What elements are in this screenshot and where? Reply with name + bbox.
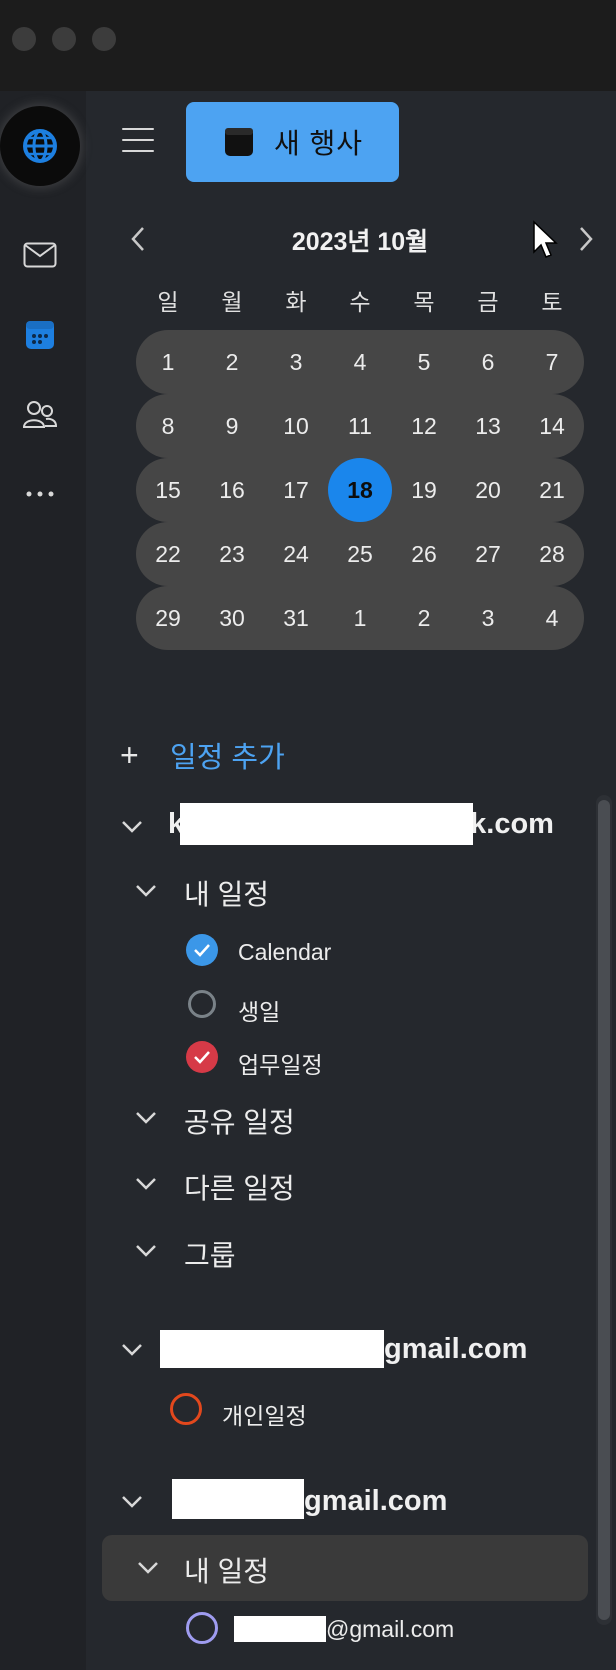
calendar-checkbox[interactable] <box>186 1041 218 1073</box>
more-icon[interactable] <box>18 472 62 516</box>
chevron-down-icon[interactable] <box>134 1243 158 1259</box>
mail-icon[interactable] <box>18 233 62 277</box>
menu-toggle-icon[interactable] <box>122 128 154 154</box>
calendar-name[interactable]: 업무일정 <box>238 1046 323 1080</box>
add-calendar-button[interactable]: + 일정 추가 <box>120 734 285 776</box>
day-cell[interactable]: 1 <box>136 330 200 394</box>
calendar-checkbox[interactable] <box>170 1393 202 1425</box>
day-cell[interactable]: 8 <box>136 394 200 458</box>
day-cell[interactable]: 11 <box>328 394 392 458</box>
group-label[interactable]: 내 일정 <box>184 1550 269 1590</box>
day-cell[interactable]: 6 <box>456 330 520 394</box>
mouse-pointer-icon <box>533 220 558 258</box>
calendar-icon[interactable] <box>18 313 62 357</box>
checkmark-icon <box>194 1051 210 1064</box>
calendar-name[interactable]: 개인일정 <box>222 1397 307 1431</box>
redaction-block <box>160 1330 384 1368</box>
minimize-window-button[interactable] <box>52 27 76 51</box>
calendar-checkbox[interactable] <box>186 934 218 966</box>
day-cell[interactable]: 12 <box>392 394 456 458</box>
chevron-down-icon[interactable] <box>136 1560 160 1576</box>
group-label[interactable]: 다른 일정 <box>184 1167 295 1207</box>
calendar-name[interactable]: Calendar <box>238 939 331 966</box>
group-label[interactable]: 공유 일정 <box>184 1101 295 1141</box>
day-cell[interactable]: 2 <box>200 330 264 394</box>
globe-icon[interactable] <box>0 106 80 186</box>
day-cell[interactable]: 13 <box>456 394 520 458</box>
group-label[interactable]: 그룹 <box>184 1234 236 1274</box>
day-cell-today[interactable]: 18 <box>328 458 392 522</box>
chevron-down-icon[interactable] <box>120 1342 144 1358</box>
day-cell[interactable]: 23 <box>200 522 264 586</box>
chevron-down-icon[interactable] <box>134 883 158 899</box>
day-cell[interactable]: 20 <box>456 458 520 522</box>
day-cell[interactable]: 25 <box>328 522 392 586</box>
day-cell[interactable]: 27 <box>456 522 520 586</box>
checkmark-icon <box>194 944 210 957</box>
plus-icon: + <box>120 736 139 773</box>
account-email[interactable]: gmail.com <box>304 1485 447 1518</box>
day-cell[interactable]: 3 <box>456 586 520 650</box>
chevron-down-icon[interactable] <box>134 1110 158 1126</box>
zoom-window-button[interactable] <box>92 27 116 51</box>
weekday-label: 토 <box>541 289 563 315</box>
day-cell[interactable]: 10 <box>264 394 328 458</box>
weekday-label: 수 <box>349 289 371 315</box>
day-cell[interactable]: 16 <box>200 458 264 522</box>
day-cell[interactable]: 17 <box>264 458 328 522</box>
day-cell[interactable]: 9 <box>200 394 264 458</box>
weekday-label: 화 <box>285 289 307 315</box>
day-cell[interactable]: 24 <box>264 522 328 586</box>
redaction-block <box>234 1616 326 1642</box>
new-event-button[interactable]: 새 행사 <box>186 102 399 182</box>
weekday-label: 목 <box>413 289 435 315</box>
calendar-checkbox[interactable] <box>186 1612 218 1644</box>
day-cell[interactable]: 29 <box>136 586 200 650</box>
chevron-down-icon[interactable] <box>120 819 144 835</box>
new-event-label: 새 행사 <box>274 128 364 159</box>
day-cell[interactable]: 26 <box>392 522 456 586</box>
weekday-label: 일 <box>157 289 179 315</box>
chevron-down-icon[interactable] <box>134 1176 158 1192</box>
people-icon[interactable] <box>18 392 62 436</box>
calendar-name[interactable]: 생일 <box>238 993 280 1027</box>
title-bar <box>0 0 616 91</box>
day-cell[interactable]: 3 <box>264 330 328 394</box>
weekday-label: 월 <box>221 289 243 315</box>
day-cell[interactable]: 5 <box>392 330 456 394</box>
add-calendar-label: 일정 추가 <box>170 742 285 774</box>
selected-group-row[interactable] <box>102 1535 588 1601</box>
calendar-name[interactable]: @gmail.com <box>326 1616 454 1643</box>
day-cell[interactable]: 1 <box>328 586 392 650</box>
day-cell[interactable]: 21 <box>520 458 584 522</box>
day-cell[interactable]: 15 <box>136 458 200 522</box>
day-cell[interactable]: 19 <box>392 458 456 522</box>
day-cell[interactable]: 22 <box>136 522 200 586</box>
month-title: 2023년 10월 <box>291 228 429 256</box>
scrollbar-thumb[interactable] <box>598 800 610 1620</box>
day-cell[interactable]: 28 <box>520 522 584 586</box>
redaction-block <box>180 803 473 845</box>
redaction-block <box>172 1479 304 1519</box>
day-cell[interactable]: 14 <box>520 394 584 458</box>
day-cell[interactable]: 31 <box>264 586 328 650</box>
day-cell[interactable]: 2 <box>392 586 456 650</box>
day-cell[interactable]: 30 <box>200 586 264 650</box>
day-cell[interactable]: 7 <box>520 330 584 394</box>
calendar-checkbox[interactable] <box>188 990 216 1018</box>
previous-month-icon[interactable] <box>126 224 150 254</box>
account-email[interactable]: gmail.com <box>384 1333 527 1366</box>
calendar-icon <box>225 128 253 156</box>
chevron-down-icon[interactable] <box>120 1494 144 1510</box>
close-window-button[interactable] <box>12 27 36 51</box>
day-cell[interactable]: 4 <box>328 330 392 394</box>
next-month-icon[interactable] <box>574 224 598 254</box>
group-label[interactable]: 내 일정 <box>184 873 269 913</box>
weekday-label: 금 <box>477 289 499 315</box>
day-cell[interactable]: 4 <box>520 586 584 650</box>
